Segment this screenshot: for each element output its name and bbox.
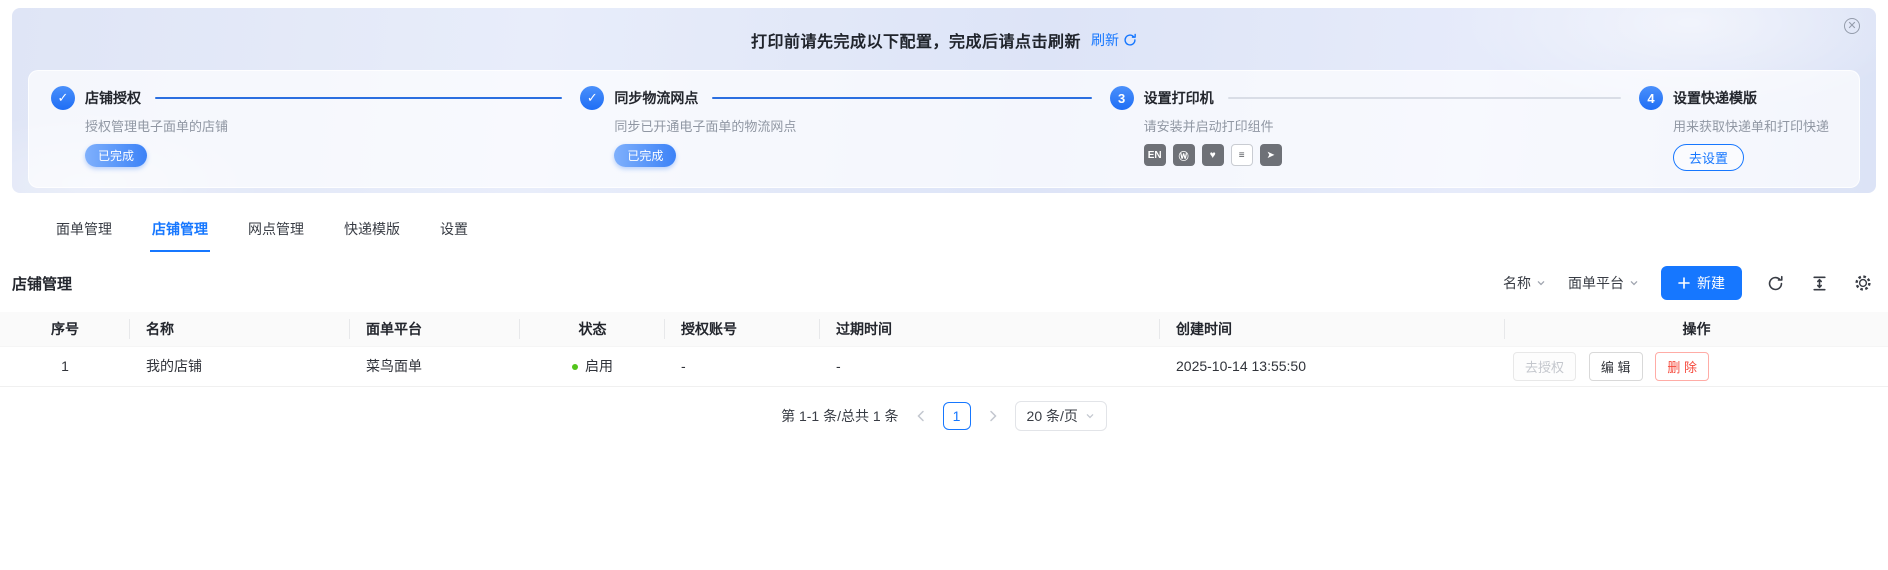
- create-button[interactable]: 新建: [1661, 266, 1742, 300]
- column-header-platform: 面单平台: [350, 312, 520, 346]
- pagination-summary: 第 1-1 条/总共 1 条: [781, 406, 898, 426]
- status-label: 启用: [585, 358, 613, 374]
- config-banner: 打印前请先完成以下配置，完成后请点击刷新 刷新 ✕ ✓ 店铺授权 授权管理电子面…: [12, 8, 1876, 193]
- step-title: 设置快递模版: [1673, 88, 1757, 108]
- cell-status: 启用: [520, 346, 665, 386]
- edit-button[interactable]: 编 辑: [1589, 352, 1643, 381]
- filter-platform-dropdown[interactable]: 面单平台: [1568, 273, 1639, 293]
- page-size-select[interactable]: 20 条/页: [1015, 401, 1107, 431]
- shops-table: 序号 名称 面单平台 状态 授权账号 过期时间 创建时间 操作 1 我的店铺 菜…: [0, 312, 1888, 387]
- step-description: 授权管理电子面单的店铺: [85, 116, 580, 135]
- column-header-created-time: 创建时间: [1160, 312, 1505, 346]
- column-header-actions: 操作: [1505, 312, 1888, 346]
- cell-created-time: 2025-10-14 13:55:50: [1160, 346, 1505, 386]
- step-setup-printer: 3 设置打印机 请安装并启动打印组件 EN Ⓦ ♥ ≡ ➤: [1110, 86, 1639, 171]
- filter-name-label: 名称: [1503, 273, 1531, 293]
- step-number: 4: [1639, 86, 1663, 110]
- cell-seq: 1: [0, 346, 130, 386]
- step-connector: [155, 97, 562, 99]
- status-badge: 已完成: [614, 144, 676, 167]
- gear-icon[interactable]: [1852, 272, 1874, 294]
- setup-steps: ✓ 店铺授权 授权管理电子面单的店铺 已完成 ✓ 同步物流网点 同步已开通电子面…: [28, 70, 1860, 188]
- table-header-row: 序号 名称 面单平台 状态 授权账号 过期时间 创建时间 操作: [0, 312, 1888, 346]
- step-number: 3: [1110, 86, 1134, 110]
- delete-button[interactable]: 删 除: [1655, 352, 1709, 381]
- step-title: 同步物流网点: [614, 88, 698, 108]
- column-header-seq: 序号: [0, 312, 130, 346]
- tab-waybill-management[interactable]: 面单管理: [54, 211, 114, 252]
- toolbar: 名称 面单平台 新建: [1503, 266, 1874, 300]
- step-connector: [712, 97, 1091, 99]
- status-badge: 已完成: [85, 144, 147, 167]
- step-title: 店铺授权: [85, 88, 141, 108]
- step-shop-auth: ✓ 店铺授权 授权管理电子面单的店铺 已完成: [51, 86, 580, 171]
- row-height-icon[interactable]: [1808, 272, 1830, 294]
- chevron-down-icon: [1085, 411, 1095, 421]
- close-icon[interactable]: ✕: [1844, 18, 1860, 34]
- column-header-expire-time: 过期时间: [820, 312, 1160, 346]
- printer-component-icon: ♥: [1202, 144, 1224, 166]
- step-description: 同步已开通电子面单的物流网点: [614, 116, 1109, 135]
- prev-page-icon[interactable]: [909, 404, 933, 428]
- pagination: 第 1-1 条/总共 1 条 1 20 条/页: [0, 401, 1888, 431]
- step-sync-outlets: ✓ 同步物流网点 同步已开通电子面单的物流网点 已完成: [580, 86, 1109, 171]
- tab-shop-management[interactable]: 店铺管理: [150, 211, 210, 252]
- printer-component-icon: Ⓦ: [1173, 144, 1195, 166]
- step-setup-template: 4 设置快递模版 用来获取快递单和打印快递 去设置: [1639, 86, 1837, 171]
- step-description: 请安装并启动打印组件: [1144, 116, 1639, 135]
- banner-refresh-label: 刷新: [1091, 30, 1119, 50]
- banner-refresh-link[interactable]: 刷新: [1091, 30, 1137, 50]
- page-number-button[interactable]: 1: [943, 402, 971, 430]
- status-dot: [572, 364, 578, 370]
- plus-icon: [1678, 277, 1690, 289]
- column-header-name: 名称: [130, 312, 350, 346]
- refresh-icon: [1123, 33, 1137, 47]
- refresh-icon[interactable]: [1764, 272, 1786, 294]
- cell-name: 我的店铺: [130, 346, 350, 386]
- step-description: 用来获取快递单和打印快递: [1673, 116, 1837, 135]
- tab-outlet-management[interactable]: 网点管理: [246, 211, 306, 252]
- check-icon: ✓: [51, 86, 75, 110]
- go-setup-button[interactable]: 去设置: [1673, 144, 1744, 171]
- step-title: 设置打印机: [1144, 88, 1214, 108]
- filter-platform-label: 面单平台: [1568, 273, 1624, 293]
- cell-platform: 菜鸟面单: [350, 346, 520, 386]
- printer-component-icon: EN: [1144, 144, 1166, 166]
- page-header: 店铺管理 名称 面单平台 新建: [0, 252, 1888, 312]
- cell-auth-account: -: [665, 346, 820, 386]
- filter-name-dropdown[interactable]: 名称: [1503, 273, 1546, 293]
- tab-express-template[interactable]: 快递模版: [342, 211, 402, 252]
- chevron-down-icon: [1629, 278, 1639, 288]
- printer-component-icons: EN Ⓦ ♥ ≡ ➤: [1144, 144, 1639, 166]
- main-tabs: 面单管理 店铺管理 网点管理 快递模版 设置: [0, 193, 1888, 252]
- column-header-status: 状态: [520, 312, 665, 346]
- step-connector: [1228, 97, 1621, 99]
- next-page-icon[interactable]: [981, 404, 1005, 428]
- cell-expire-time: -: [820, 346, 1160, 386]
- check-icon: ✓: [580, 86, 604, 110]
- printer-component-icon: ➤: [1260, 144, 1282, 166]
- tab-settings[interactable]: 设置: [438, 211, 470, 252]
- banner-title: 打印前请先完成以下配置，完成后请点击刷新: [751, 28, 1081, 52]
- create-button-label: 新建: [1697, 273, 1725, 293]
- deauthorize-button[interactable]: 去授权: [1513, 352, 1576, 381]
- page-title: 店铺管理: [12, 273, 72, 294]
- printer-component-icon: ≡: [1231, 144, 1253, 166]
- column-header-auth-account: 授权账号: [665, 312, 820, 346]
- cell-actions: 去授权 编 辑 删 除: [1505, 346, 1888, 386]
- page-size-value: 20 条/页: [1027, 406, 1078, 426]
- chevron-down-icon: [1536, 278, 1546, 288]
- table-row: 1 我的店铺 菜鸟面单 启用 - - 2025-10-14 13:55:50 去…: [0, 346, 1888, 386]
